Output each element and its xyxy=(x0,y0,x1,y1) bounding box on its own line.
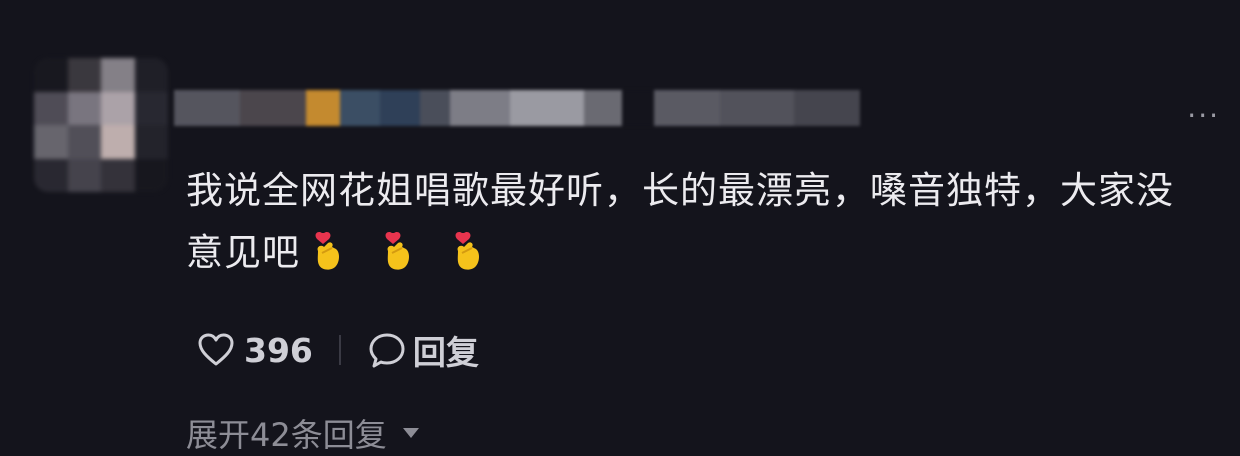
username[interactable] xyxy=(174,90,860,126)
emoji-group xyxy=(312,222,522,284)
like-button[interactable]: 396 xyxy=(196,330,313,370)
speech-bubble-icon xyxy=(369,333,405,368)
divider xyxy=(338,335,341,365)
finger-heart-icon xyxy=(452,228,486,270)
like-count: 396 xyxy=(244,330,313,370)
finger-heart-icon xyxy=(312,228,346,270)
comment-body: 我说全网花姐唱歌最好听，长的最漂亮，嗓音独特，大家没意见吧 xyxy=(186,160,1196,284)
more-dots-icon[interactable]: ··· xyxy=(1187,102,1220,130)
expand-replies-label: 展开42条回复 xyxy=(186,416,387,454)
expand-replies-button[interactable]: 展开42条回复 xyxy=(186,410,419,456)
chevron-down-icon xyxy=(402,428,419,438)
heart-icon xyxy=(198,333,234,366)
comment-item: ··· 我说全网花姐唱歌最好听，长的最漂亮，嗓音独特，大家没意见吧 396 回复… xyxy=(0,0,1240,454)
comment-actions: 396 回复 xyxy=(196,326,479,374)
reply-label: 回复 xyxy=(412,333,479,372)
reply-button[interactable]: 回复 xyxy=(367,326,479,374)
finger-heart-icon xyxy=(382,228,416,270)
avatar[interactable] xyxy=(34,58,168,192)
